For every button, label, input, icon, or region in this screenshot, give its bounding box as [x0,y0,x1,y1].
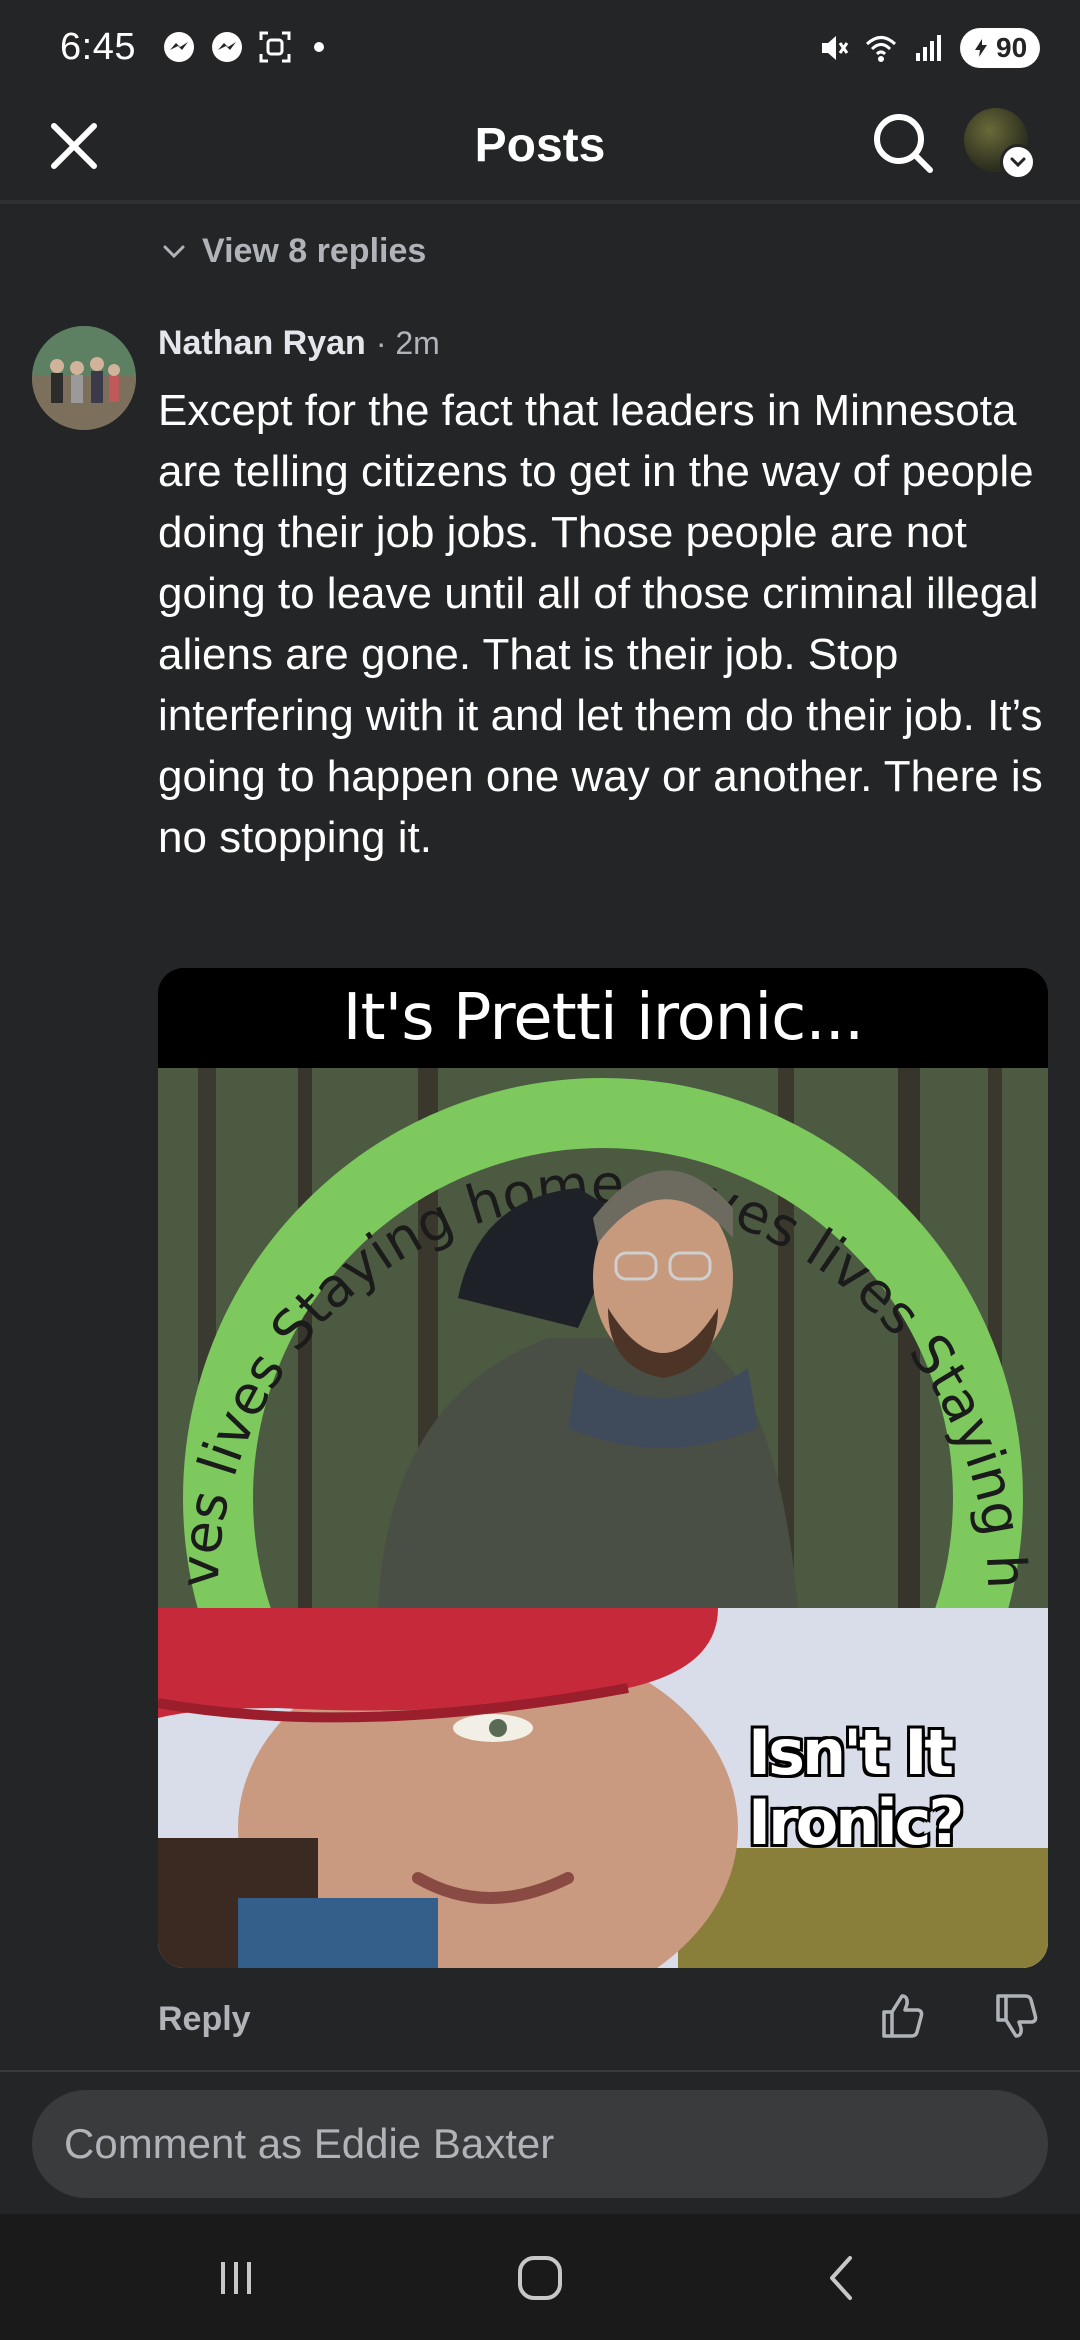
reply-button[interactable]: Reply [158,2000,251,2039]
battery-indicator: 90 [960,28,1040,68]
divider [0,200,1080,204]
view-replies-label: View 8 replies [202,232,427,270]
search-icon[interactable] [868,108,938,178]
battery-level: 90 [996,32,1028,63]
notification-dot [314,42,324,52]
meme-bottom-line2: Ironic? [748,1786,964,1859]
meme-photo-woman: Isn't It Ironic? [158,1608,1048,1968]
meme-top-banner: It's Pretti ironic... [158,968,1048,1068]
screenshot-icon [259,31,291,63]
comment-input[interactable] [32,2090,1048,2198]
chevron-down-icon [163,245,185,258]
app-bar: Posts [0,100,1080,200]
system-nav-bar [0,2214,1080,2340]
signal-icon [916,35,941,61]
messenger-icon [164,32,194,62]
comment-header: Nathan Ryan · 2m [158,324,440,363]
mute-icon [822,36,849,60]
hiker-photo: ves lives Staying home saves lives Stayi… [158,1068,1048,1608]
comment-timestamp: · 2m [375,325,440,361]
meme-bottom-line1: Isn't It [748,1716,954,1789]
meme-photo-hiker: ves lives Staying home saves lives Stayi… [158,1068,1048,1608]
comment-body: Except for the fact that leaders in Minn… [158,386,1043,862]
recent-apps-icon[interactable] [206,2248,266,2308]
avatar[interactable] [32,326,136,430]
meme-bottom-text: Isn't It Ironic? [748,1716,964,1859]
status-icons-left [162,30,324,64]
thumbs-down-icon[interactable] [990,1990,1042,2042]
comment-image[interactable]: It's Pretti ironic... ves lives Staying … [158,968,1048,1968]
meme-caption: It's Pretti ironic... [342,981,865,1055]
avatar-photo [32,326,136,430]
status-time: 6:45 [60,26,136,68]
thumbs-up-icon[interactable] [876,1990,928,2042]
status-icons-right: 90 [816,28,1040,68]
posts-feed[interactable]: View 8 replies Nathan Ryan · 2m Except f… [0,200,1080,2070]
back-icon[interactable] [812,2248,872,2308]
chevron-down-icon[interactable] [1000,144,1036,180]
view-replies-button[interactable]: View 8 replies [160,232,426,271]
messenger-icon [212,32,242,62]
home-icon[interactable] [510,2248,570,2308]
charging-icon [975,39,987,57]
status-bar: 6:45 90 [0,0,1080,100]
comment-author[interactable]: Nathan Ryan [158,324,366,363]
comment-composer [0,2070,1080,2214]
wifi-icon [865,36,897,62]
